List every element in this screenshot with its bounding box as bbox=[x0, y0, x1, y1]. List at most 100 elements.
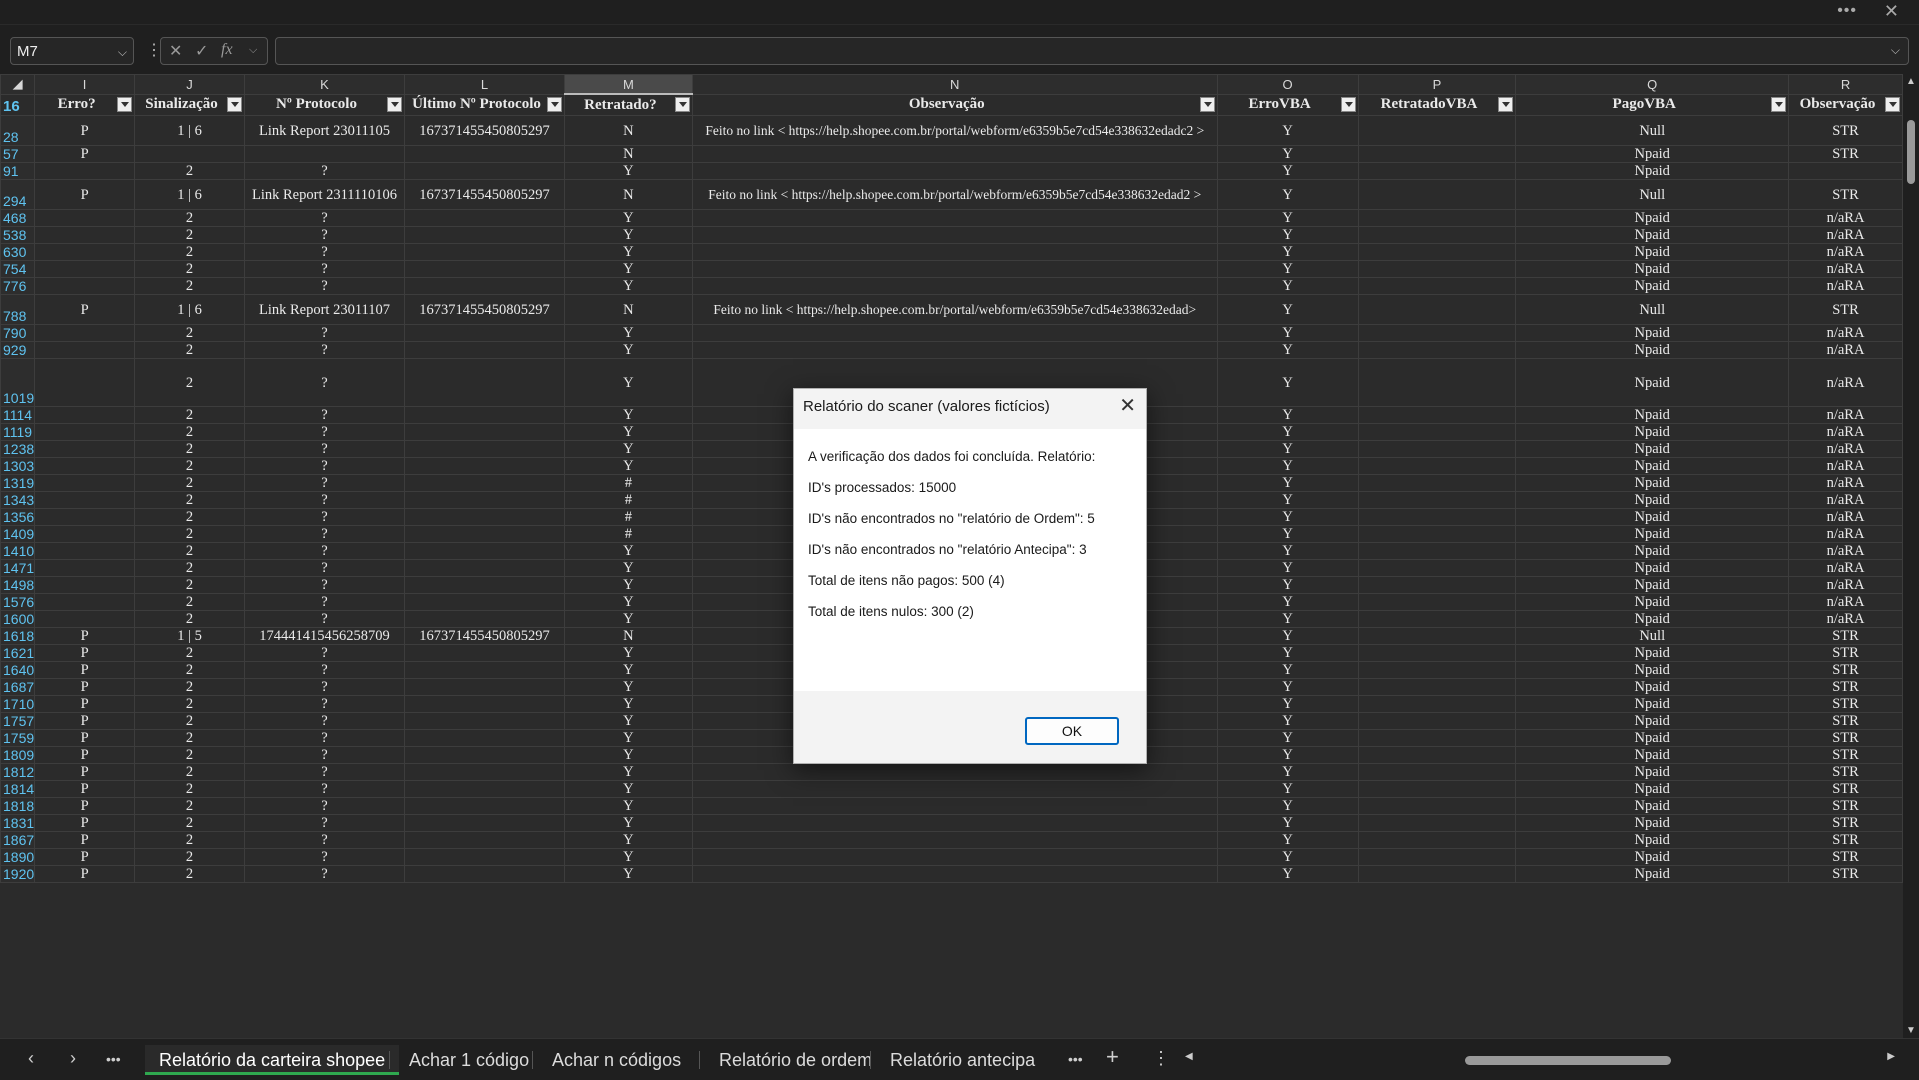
table-cell[interactable]: Y bbox=[563, 406, 693, 424]
table-cell[interactable]: 2 bbox=[134, 457, 246, 475]
table-cell[interactable]: ? bbox=[244, 610, 405, 628]
table-cell[interactable]: n/aRA bbox=[1788, 440, 1903, 458]
row-number[interactable]: 788 bbox=[0, 294, 36, 325]
table-cell[interactable] bbox=[691, 341, 1218, 359]
table-cell[interactable]: Y bbox=[563, 729, 693, 747]
horizontal-scrollbar[interactable]: ◀ ▶ bbox=[1185, 1051, 1895, 1067]
table-cell[interactable]: Y bbox=[1216, 797, 1359, 815]
table-cell[interactable]: ? bbox=[244, 576, 405, 594]
table-cell[interactable]: Y bbox=[1216, 145, 1359, 163]
table-cell[interactable] bbox=[691, 324, 1218, 342]
table-cell[interactable]: n/aRA bbox=[1788, 491, 1903, 509]
table-cell[interactable]: P bbox=[34, 661, 136, 679]
table-cell[interactable] bbox=[403, 474, 565, 492]
table-cell[interactable]: Y bbox=[563, 831, 693, 849]
table-cell[interactable]: Y bbox=[1216, 162, 1359, 180]
table-cell[interactable]: ? bbox=[244, 695, 405, 713]
table-cell[interactable]: ? bbox=[244, 491, 405, 509]
table-cell[interactable]: 2 bbox=[134, 763, 246, 781]
table-cell[interactable] bbox=[691, 209, 1218, 227]
row-number[interactable]: 1759 bbox=[0, 729, 36, 747]
ok-button[interactable]: OK bbox=[1025, 717, 1119, 745]
table-cell[interactable] bbox=[1357, 243, 1517, 261]
table-cell[interactable]: 1 | 5 bbox=[134, 627, 246, 645]
table-cell[interactable]: P bbox=[34, 627, 136, 645]
table-cell[interactable]: Null bbox=[1515, 115, 1790, 146]
chevron-down-icon[interactable]: ⌵ bbox=[1891, 43, 1900, 58]
table-cell[interactable] bbox=[1357, 797, 1517, 815]
table-cell[interactable]: 2 bbox=[134, 865, 246, 883]
table-cell[interactable]: Y bbox=[1216, 358, 1359, 407]
table-cell[interactable]: ? bbox=[244, 661, 405, 679]
check-icon[interactable]: ✓ bbox=[195, 41, 208, 61]
table-cell[interactable]: Y bbox=[563, 644, 693, 662]
table-cell[interactable]: ? bbox=[244, 508, 405, 526]
table-cell[interactable]: n/aRA bbox=[1788, 559, 1903, 577]
table-cell[interactable] bbox=[403, 848, 565, 866]
close-icon[interactable]: ✕ bbox=[1119, 393, 1136, 418]
table-cell[interactable]: Y bbox=[563, 763, 693, 781]
table-cell[interactable] bbox=[1357, 780, 1517, 798]
table-cell[interactable]: Y bbox=[1216, 474, 1359, 492]
table-cell[interactable]: 167371455450805297 bbox=[403, 627, 565, 645]
table-cell[interactable]: Y bbox=[563, 423, 693, 441]
row-number[interactable]: 538 bbox=[0, 226, 36, 244]
table-cell[interactable]: 2 bbox=[134, 661, 246, 679]
table-cell[interactable] bbox=[1357, 525, 1517, 543]
table-cell[interactable]: STR bbox=[1788, 115, 1903, 146]
scroll-right-icon[interactable]: ▶ bbox=[1887, 1051, 1895, 1062]
table-cell[interactable] bbox=[403, 780, 565, 798]
table-cell[interactable] bbox=[34, 440, 136, 458]
table-cell[interactable]: n/aRA bbox=[1788, 406, 1903, 424]
table-cell[interactable]: Y bbox=[1216, 440, 1359, 458]
table-cell[interactable] bbox=[34, 508, 136, 526]
row-number[interactable]: 91 bbox=[0, 162, 36, 180]
table-cell[interactable]: Y bbox=[563, 848, 693, 866]
table-cell[interactable]: Y bbox=[1216, 525, 1359, 543]
table-cell[interactable] bbox=[34, 474, 136, 492]
table-cell[interactable]: P bbox=[34, 848, 136, 866]
table-cell[interactable] bbox=[403, 457, 565, 475]
table-cell[interactable]: P bbox=[34, 695, 136, 713]
table-cell[interactable]: 2 bbox=[134, 277, 246, 295]
table-cell[interactable] bbox=[1357, 712, 1517, 730]
table-cell[interactable] bbox=[1357, 848, 1517, 866]
sheet-tab[interactable]: Relatório da carteira shopee bbox=[145, 1045, 400, 1075]
table-cell[interactable]: Link Report 23011107 bbox=[244, 294, 405, 325]
table-cell[interactable]: 2 bbox=[134, 593, 246, 611]
table-cell[interactable] bbox=[1788, 162, 1903, 180]
table-cell[interactable] bbox=[403, 729, 565, 747]
table-cell[interactable]: Npaid bbox=[1515, 593, 1790, 611]
table-cell[interactable] bbox=[1357, 695, 1517, 713]
chevron-right-icon[interactable]: › bbox=[70, 1048, 76, 1069]
table-cell[interactable]: 167371455450805297 bbox=[403, 179, 565, 210]
table-cell[interactable]: Y bbox=[1216, 712, 1359, 730]
function-icon[interactable]: fx bbox=[221, 41, 233, 59]
table-cell[interactable] bbox=[691, 277, 1218, 295]
table-cell[interactable]: Npaid bbox=[1515, 525, 1790, 543]
table-cell[interactable]: 2 bbox=[134, 576, 246, 594]
table-cell[interactable]: 2 bbox=[134, 243, 246, 261]
vertical-scrollbar[interactable]: ▲ ▼ bbox=[1903, 74, 1919, 1038]
table-cell[interactable]: Npaid bbox=[1515, 423, 1790, 441]
table-cell[interactable]: Y bbox=[563, 797, 693, 815]
table-cell[interactable]: Y bbox=[1216, 294, 1359, 325]
table-cell[interactable]: 2 bbox=[134, 508, 246, 526]
table-cell[interactable]: Y bbox=[1216, 814, 1359, 832]
table-cell[interactable]: STR bbox=[1788, 179, 1903, 210]
table-cell[interactable]: STR bbox=[1788, 746, 1903, 764]
vertical-ellipsis-icon[interactable]: ⋮ bbox=[1152, 1048, 1170, 1069]
table-cell[interactable]: ? bbox=[244, 780, 405, 798]
table-cell[interactable] bbox=[1357, 457, 1517, 475]
table-cell[interactable]: Y bbox=[1216, 406, 1359, 424]
filter-dropdown-icon[interactable] bbox=[386, 96, 402, 112]
table-cell[interactable]: Y bbox=[563, 358, 693, 407]
table-cell[interactable] bbox=[403, 797, 565, 815]
table-cell[interactable]: Y bbox=[1216, 457, 1359, 475]
table-cell[interactable] bbox=[1357, 145, 1517, 163]
table-cell[interactable]: n/aRA bbox=[1788, 358, 1903, 407]
table-cell[interactable]: STR bbox=[1788, 780, 1903, 798]
table-cell[interactable]: 2 bbox=[134, 780, 246, 798]
table-cell[interactable] bbox=[34, 162, 136, 180]
table-cell[interactable]: n/aRA bbox=[1788, 474, 1903, 492]
